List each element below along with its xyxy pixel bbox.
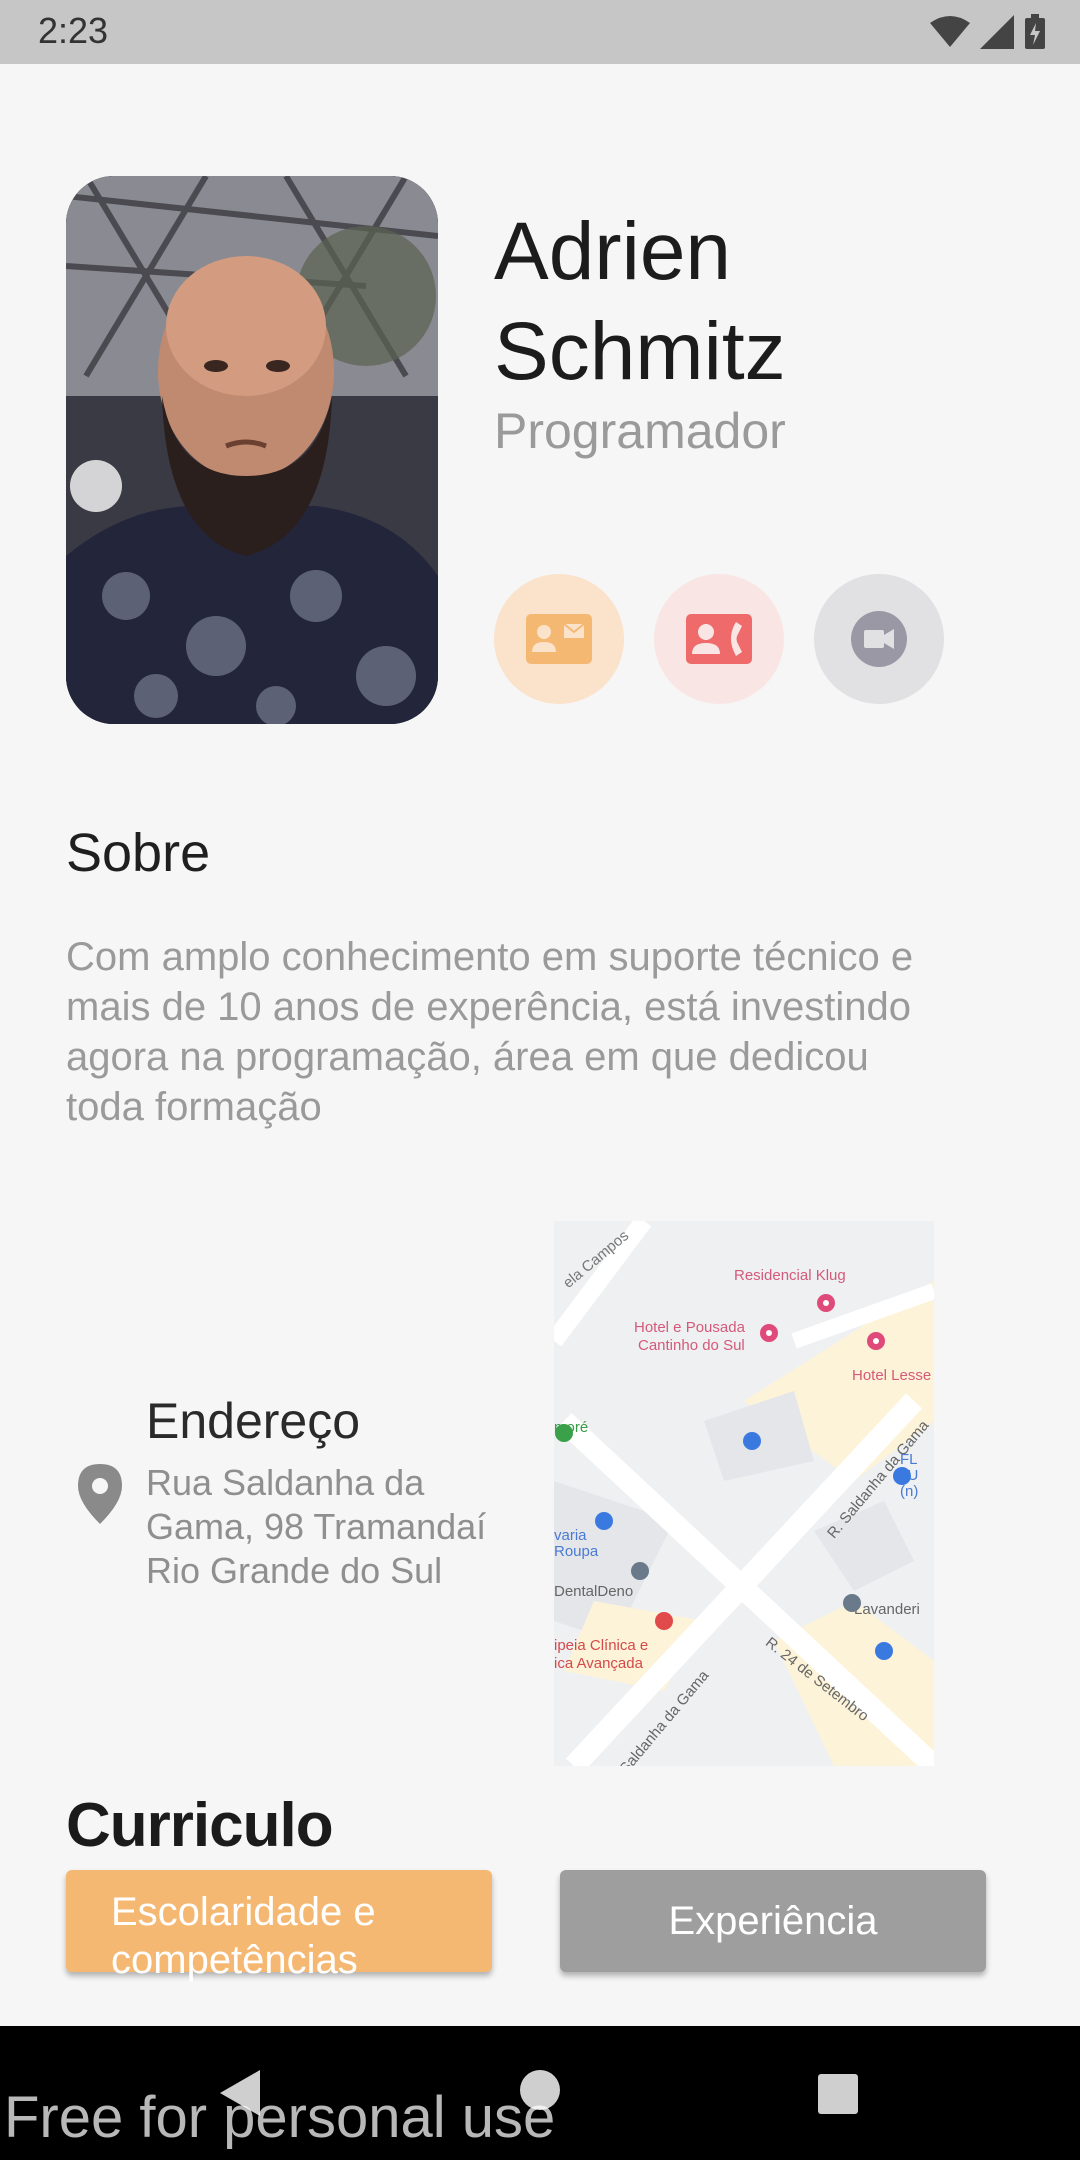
address-title: Endereço	[146, 1393, 361, 1449]
profile-screen: Adrien Schmitz Programador Sobre Com amp…	[0, 64, 1080, 2026]
video-call-button[interactable]	[814, 574, 944, 704]
about-text-line: agora na programação, área em que dedico…	[66, 1035, 869, 1079]
map-marker-icon	[631, 1562, 649, 1580]
experience-label: Experiência	[668, 1898, 878, 1943]
map-marker-icon	[655, 1612, 673, 1630]
status-bar: 2:23	[0, 0, 1080, 64]
signal-icon	[980, 15, 1014, 49]
about-text-line: toda formação	[66, 1085, 322, 1129]
map-marker-icon	[595, 1512, 613, 1530]
map-marker-icon	[843, 1594, 861, 1612]
profile-last-name: Schmitz	[494, 306, 786, 397]
curriculum-title: Curriculo	[66, 1791, 334, 1860]
map-marker-icon	[817, 1294, 835, 1312]
address-line: Rua Saldanha da	[146, 1462, 425, 1503]
address-line: Gama, 98 Tramandaí	[146, 1506, 487, 1547]
status-icons	[930, 14, 1046, 50]
battery-icon	[1025, 14, 1045, 49]
recent-apps-icon[interactable]	[818, 2074, 858, 2114]
profile-first-name: Adrien	[494, 206, 732, 297]
experience-button[interactable]: Experiência	[560, 1870, 986, 1972]
watermark: Free for personal use	[4, 2085, 556, 2150]
status-time: 2:23	[38, 10, 109, 51]
location-pin-icon	[78, 1464, 122, 1524]
profile-photo	[66, 176, 438, 724]
map-marker-icon	[893, 1467, 911, 1485]
about-text: Com amplo conhecimento em suporte técnic…	[66, 932, 1012, 1132]
video-call-icon	[851, 611, 907, 667]
profile-name: Adrien Schmitz	[494, 202, 1034, 402]
wifi-icon	[930, 16, 970, 47]
education-skills-label: Escolaridade e competências	[111, 1890, 376, 1982]
about-title: Sobre	[66, 823, 211, 883]
contact-phone-icon	[686, 614, 752, 664]
education-skills-button[interactable]: Escolaridade e competências	[66, 1870, 492, 1982]
map-marker-icon	[760, 1324, 778, 1342]
address-map[interactable]: ela Campos Residencial Klug Hotel e Pous…	[554, 1221, 934, 1766]
about-text-line: mais de 10 anos de experência, está inve…	[66, 985, 911, 1029]
map-marker-icon	[555, 1424, 573, 1442]
contact-card-button[interactable]	[494, 574, 624, 704]
about-text-line: Com amplo conhecimento em suporte técnic…	[66, 935, 914, 979]
map-marker-icon	[867, 1332, 885, 1350]
contact-phone-button[interactable]	[654, 574, 784, 704]
address-line: Rio Grande do Sul	[146, 1550, 443, 1591]
profile-role: Programador	[494, 403, 786, 459]
map-marker-icon	[743, 1432, 761, 1450]
map-marker-icon	[875, 1642, 893, 1660]
contact-card-icon	[526, 614, 592, 664]
